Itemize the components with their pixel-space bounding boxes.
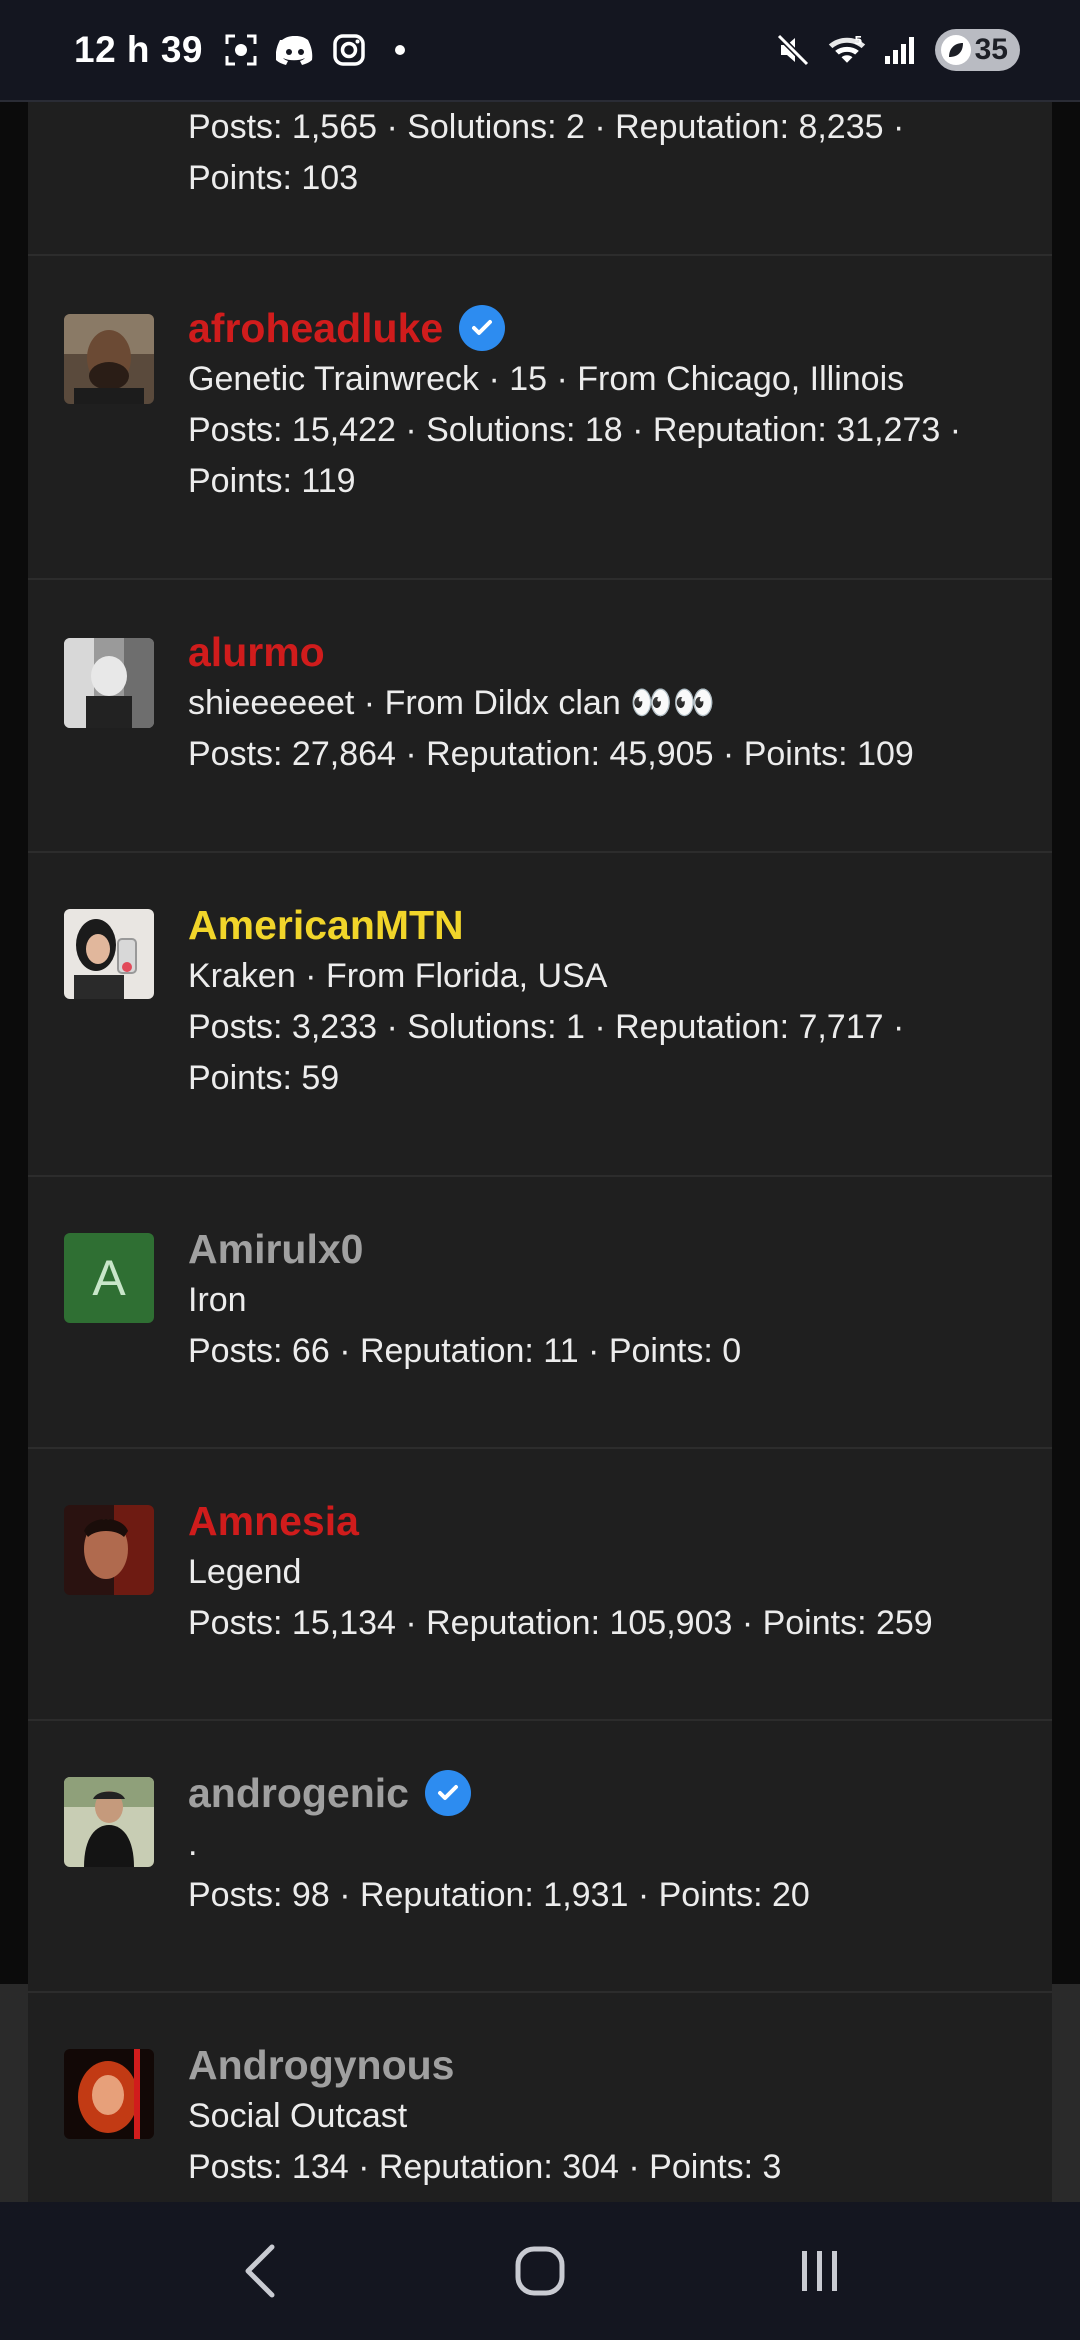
member-list[interactable]: Posts: 1,565 · Solutions: 2 · Reputation… (28, 102, 1052, 2202)
screenshot-icon (221, 30, 261, 70)
member-name[interactable]: Amirulx0 (188, 1223, 1012, 1275)
home-button[interactable] (500, 2231, 580, 2311)
avatar[interactable] (64, 638, 154, 728)
member-row[interactable]: A Amirulx0 Iron Posts: 66 · Reputation: … (28, 1177, 1052, 1449)
member-stats: Points: 119 (188, 462, 356, 500)
member-stats: Posts: 1,565 · Solutions: 2 · Reputation… (188, 108, 905, 146)
avatar[interactable] (64, 909, 154, 999)
left-gutter-lower (0, 1984, 28, 2202)
member-title: . (188, 1825, 198, 1863)
discord-icon (275, 30, 315, 70)
avatar-letter: A (92, 1250, 126, 1306)
member-row[interactable]: alurmo shieeeeeet · From Dildx clan 👀👀 P… (28, 580, 1052, 853)
recents-button[interactable] (780, 2231, 860, 2311)
member-row[interactable]: androgenic . Posts: 98 · Reputation: 1,9… (28, 1721, 1052, 1993)
battery-indicator: 35 (934, 29, 1020, 71)
member-name[interactable]: alurmo (188, 626, 1012, 678)
member-name-text[interactable]: AmericanMTN (188, 899, 464, 951)
home-circle-icon (515, 2246, 565, 2296)
right-gutter-lower (1052, 1984, 1080, 2202)
svg-text:5: 5 (854, 34, 862, 48)
member-title: shieeeeeet · From Dildx clan 👀👀 (188, 684, 715, 722)
system-icons: 5 35 (773, 29, 1020, 71)
member-name[interactable]: androgenic (188, 1767, 1012, 1819)
battery-saver-icon (940, 35, 971, 65)
members-page: Posts: 1,565 · Solutions: 2 · Reputation… (0, 102, 1080, 2202)
member-row[interactable]: Posts: 1,565 · Solutions: 2 · Reputation… (28, 102, 1052, 256)
member-stats: Posts: 66 · Reputation: 11 · Points: 0 (188, 1332, 742, 1370)
instagram-icon (329, 30, 369, 70)
member-stats: Posts: 3,233 · Solutions: 1 · Reputation… (188, 1008, 905, 1046)
member-title: Kraken · From Florida, USA (188, 957, 608, 995)
verified-check-icon (459, 305, 506, 351)
member-name[interactable]: Amnesia (188, 1495, 1012, 1547)
member-stats: Posts: 15,134 · Reputation: 105,903 · Po… (188, 1604, 933, 1642)
avatar[interactable]: A (64, 1233, 154, 1323)
member-stats: Points: 59 (188, 1059, 340, 1097)
wifi-icon: 5 (827, 30, 867, 70)
notification-icons (221, 30, 405, 70)
member-stats: Posts: 98 · Reputation: 1,931 · Points: … (188, 1876, 810, 1914)
member-stats: Posts: 27,864 · Reputation: 45,905 · Poi… (188, 735, 914, 773)
member-row[interactable]: afroheadluke Genetic Trainwreck · 15 · F… (28, 256, 1052, 580)
mute-icon (773, 30, 813, 70)
member-row[interactable]: Amnesia Legend Posts: 15,134 · Reputatio… (28, 1449, 1052, 1721)
member-name[interactable]: afroheadluke (188, 302, 1012, 354)
back-chevron-icon (245, 2244, 275, 2298)
member-name-text[interactable]: androgenic (188, 1767, 409, 1819)
member-name-text[interactable]: Amnesia (188, 1495, 359, 1547)
avatar[interactable] (64, 314, 154, 404)
avatar[interactable] (64, 2049, 154, 2139)
member-title: Iron (188, 1281, 247, 1319)
member-name-text[interactable]: alurmo (188, 626, 325, 678)
avatar[interactable] (64, 1777, 154, 1867)
member-stats: Posts: 134 · Reputation: 304 · Points: 3 (188, 2148, 782, 2186)
member-title: Genetic Trainwreck · 15 · From Chicago, … (188, 360, 905, 398)
member-stats: Posts: 15,422 · Solutions: 18 · Reputati… (188, 411, 962, 449)
member-name[interactable]: AmericanMTN (188, 899, 1012, 951)
member-title: Social Outcast (188, 2097, 408, 2135)
member-name[interactable]: Androgynous (188, 2039, 1012, 2091)
member-row[interactable]: AmericanMTN Kraken · From Florida, USA P… (28, 853, 1052, 1177)
more-notifications-dot-icon (394, 45, 405, 55)
left-gutter (0, 102, 28, 2202)
member-name-text[interactable]: Amirulx0 (188, 1223, 363, 1275)
status-bar: 12 h 39 5 35 (0, 0, 1080, 102)
signal-icon (881, 30, 921, 70)
member-title: Legend (188, 1553, 302, 1591)
member-row[interactable]: Androgynous Social Outcast Posts: 134 · … (28, 1993, 1052, 2202)
verified-check-icon (424, 1770, 471, 1816)
member-name-text[interactable]: afroheadluke (188, 302, 443, 354)
member-name-text[interactable]: Androgynous (188, 2039, 454, 2091)
system-nav-bar (0, 2202, 1080, 2340)
battery-level: 35 (974, 33, 1008, 66)
recents-bars-icon (802, 2251, 837, 2291)
status-time: 12 h 39 (74, 29, 203, 70)
back-button[interactable] (220, 2231, 300, 2311)
member-stats: Points: 103 (188, 159, 359, 197)
avatar[interactable] (64, 1505, 154, 1595)
